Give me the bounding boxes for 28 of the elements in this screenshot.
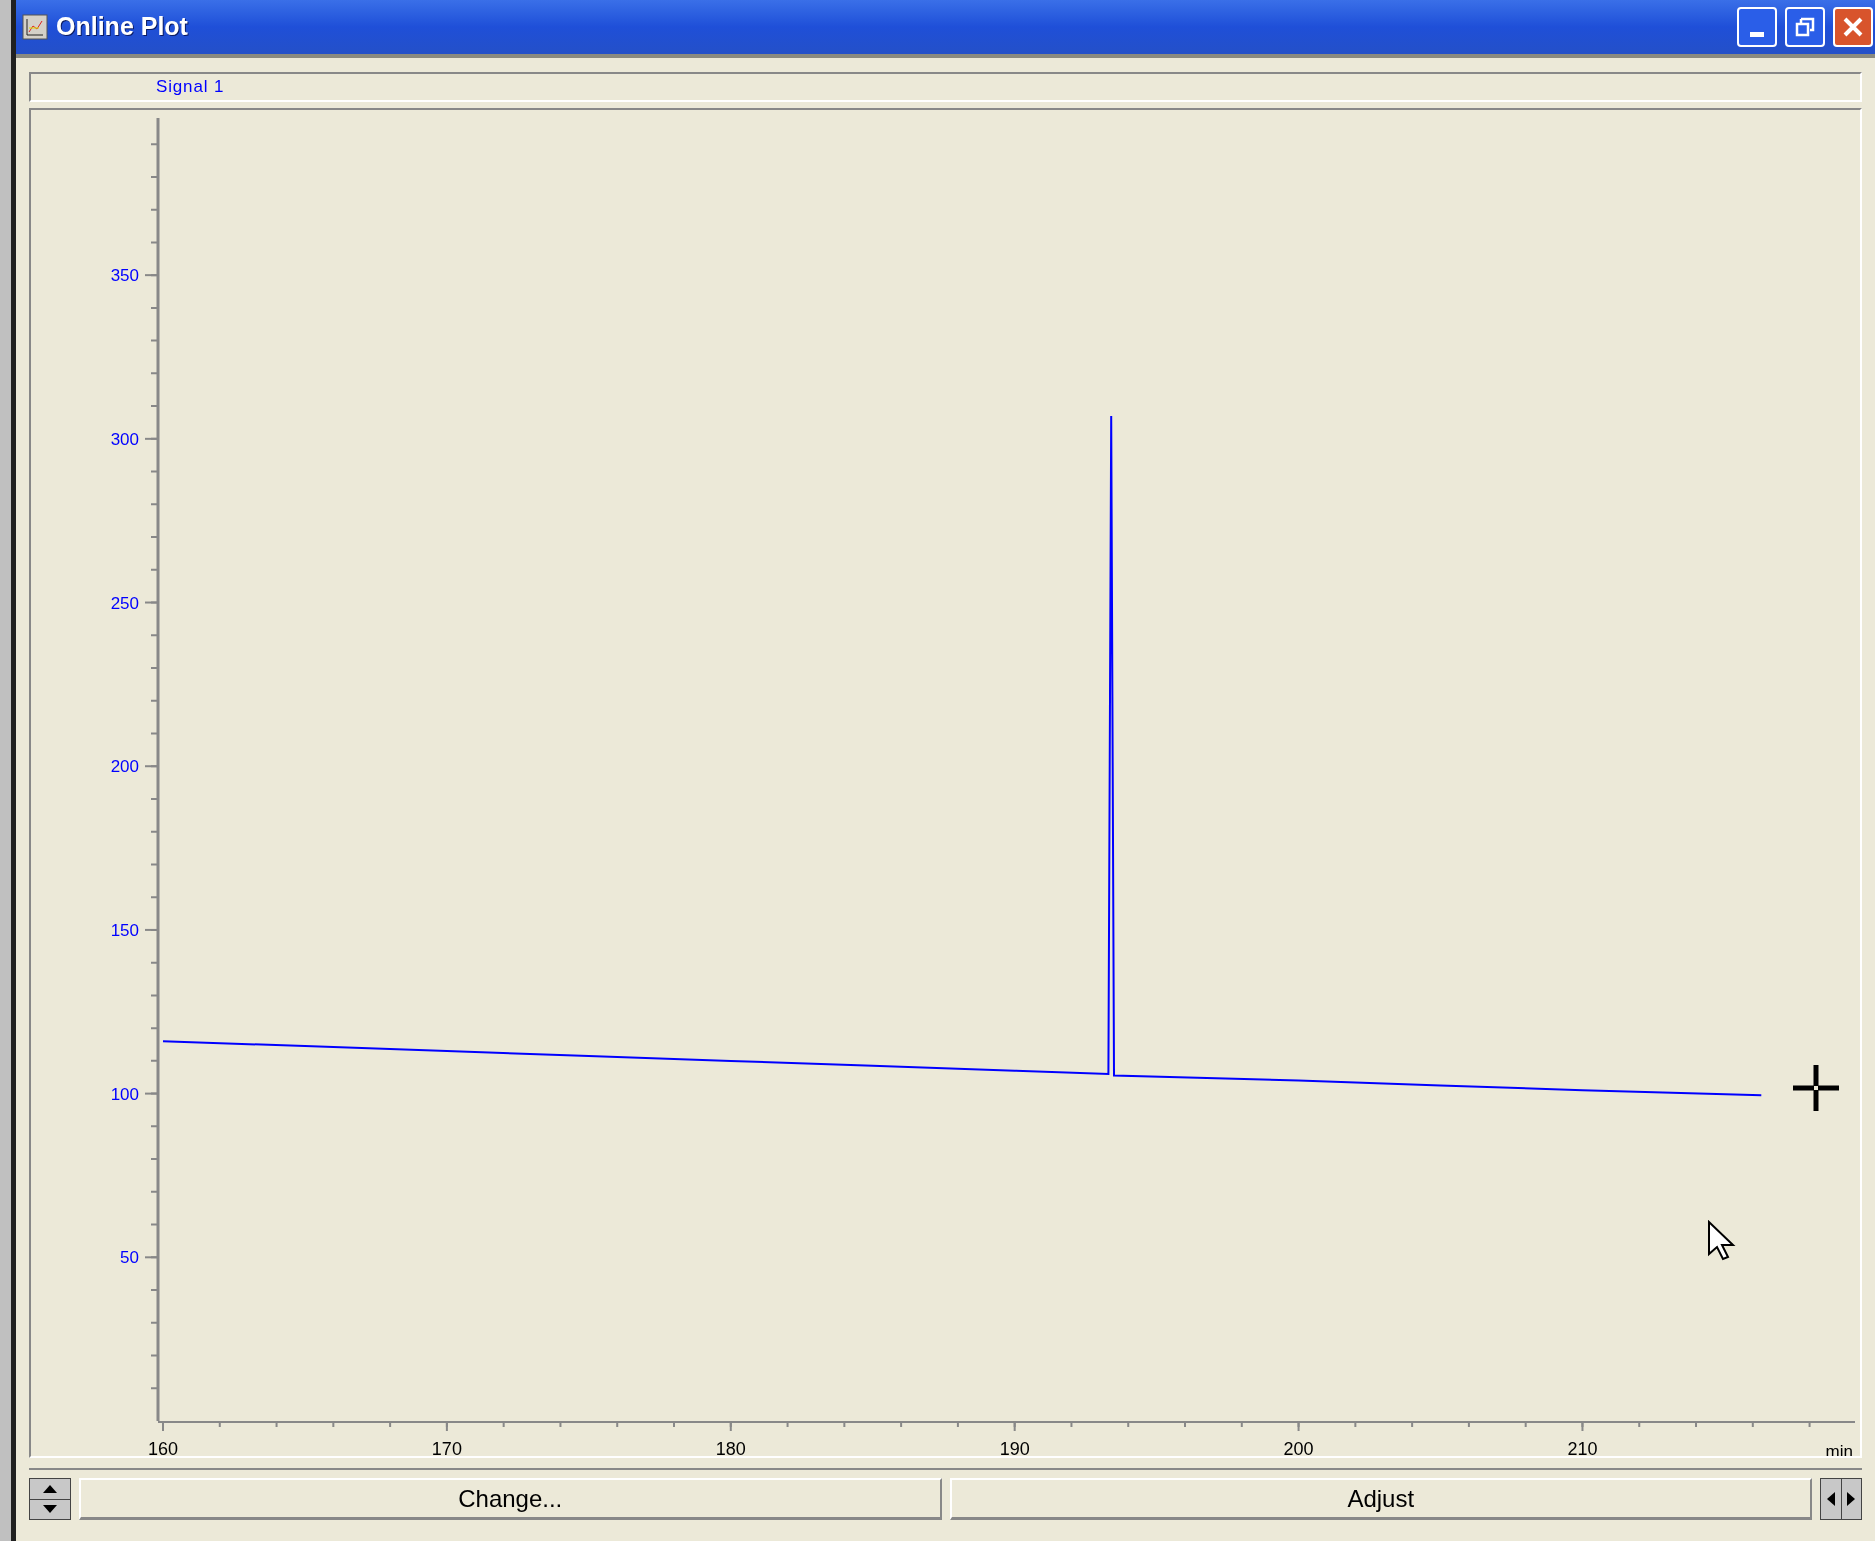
- x-tick-label: 190: [999, 1439, 1030, 1456]
- x-tick-label: 170: [431, 1439, 462, 1456]
- y-tick-label: 300: [110, 429, 139, 449]
- crosshair-cursor-icon: [1793, 1065, 1839, 1111]
- restore-icon: [1795, 17, 1815, 37]
- scroll-arrows-control[interactable]: [1820, 1478, 1862, 1520]
- restore-button[interactable]: [1785, 7, 1825, 47]
- minimize-icon: [1750, 32, 1764, 37]
- x-tick-label: 160: [148, 1439, 178, 1456]
- pointer-cursor-icon: [1707, 1220, 1737, 1262]
- minimize-button[interactable]: [1737, 7, 1777, 47]
- x-tick-label: 200: [1283, 1439, 1314, 1456]
- y-tick-label: 200: [110, 757, 139, 777]
- close-button[interactable]: [1833, 7, 1873, 47]
- series-label: Signal 1: [156, 76, 225, 99]
- y-tick-label: 350: [110, 266, 139, 286]
- y-tick-label: 250: [110, 593, 139, 613]
- spinner-control[interactable]: [29, 1478, 71, 1520]
- close-icon: [1842, 16, 1864, 38]
- action-button[interactable]: Change...: [79, 1478, 942, 1520]
- app-icon: [22, 14, 48, 40]
- x-tick-label: 180: [715, 1439, 746, 1456]
- x-tick-label: 210: [1567, 1439, 1598, 1456]
- window-title: Online Plot: [56, 11, 188, 43]
- y-tick-label: 50: [120, 1248, 139, 1268]
- action-button[interactable]: Adjust: [949, 1478, 1812, 1520]
- y-tick-label: 100: [110, 1084, 139, 1104]
- y-tick-label: 150: [110, 920, 139, 940]
